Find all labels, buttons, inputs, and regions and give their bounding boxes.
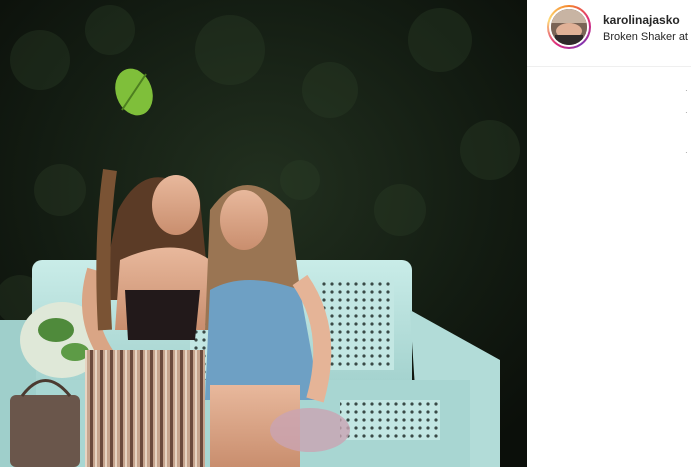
clipped-text: ·: [685, 108, 688, 116]
clipped-text: ·: [685, 148, 688, 156]
avatar[interactable]: [547, 5, 591, 49]
clipped-text: ·: [685, 86, 688, 94]
avatar-ring-gap: [549, 7, 589, 47]
avatar-image-icon: [551, 9, 587, 45]
location-link[interactable]: Broken Shaker at: [603, 31, 688, 43]
person-left: [82, 169, 210, 467]
post-photo[interactable]: [0, 0, 527, 467]
post-header: karolinajasko Broken Shaker at: [527, 0, 691, 67]
username-link[interactable]: karolinajasko: [603, 13, 680, 27]
photo-illustration: [0, 0, 527, 467]
post-sidebar: karolinajasko Broken Shaker at · · ·: [527, 0, 691, 467]
